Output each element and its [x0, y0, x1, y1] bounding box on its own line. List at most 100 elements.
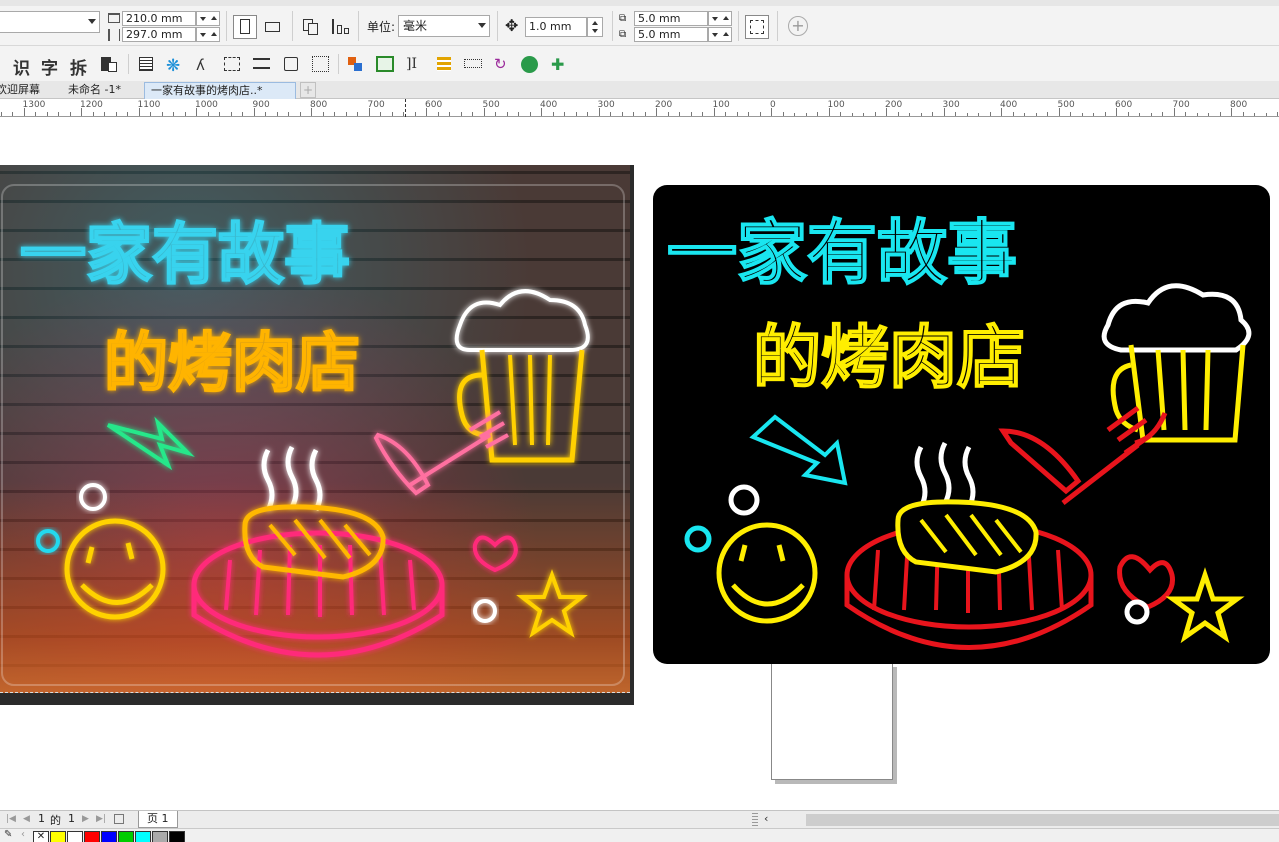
neon-sign-photo[interactable]: 一家有故事 的烤肉店	[0, 165, 630, 693]
photo-selection-edge	[0, 692, 630, 693]
document-tabs: 欢迎屏幕 未命名 -1* 一家有故事的烤肉店..* +	[0, 81, 1279, 99]
ruler-tick	[346, 112, 347, 116]
portrait-button[interactable]	[233, 15, 257, 39]
ruler-tick	[277, 112, 278, 116]
tab-welcome[interactable]: 欢迎屏幕	[0, 82, 46, 99]
color-swatch[interactable]	[67, 831, 83, 842]
new-tab-plus-icon[interactable]: +	[300, 82, 316, 98]
ruler-tick	[104, 112, 105, 116]
unit-dropdown[interactable]: 毫米	[398, 15, 490, 37]
ruler-tick	[725, 112, 726, 116]
align-icon[interactable]	[224, 57, 240, 71]
barcode-icon[interactable]	[464, 59, 482, 68]
page-border-button[interactable]	[745, 15, 769, 39]
table-icon[interactable]	[437, 57, 451, 71]
tab-untitled[interactable]: 未命名 -1*	[62, 82, 127, 99]
color-swatch[interactable]	[169, 831, 185, 842]
page-width-icon	[108, 13, 120, 23]
ruler-label: 700	[367, 100, 385, 110]
tab-active-document[interactable]: 一家有故事的烤肉店..*	[144, 82, 296, 99]
duplicate-x-input[interactable]: 5.0 mm	[634, 11, 708, 26]
first-page-icon[interactable]: |◀	[6, 814, 16, 824]
no-color-swatch[interactable]: ✕	[33, 831, 49, 842]
ruler-tick	[1116, 108, 1117, 116]
page-width-spinner[interactable]	[196, 11, 220, 26]
page-size-dropdown[interactable]	[0, 11, 100, 33]
page-height-spinner[interactable]	[196, 27, 220, 42]
ruler-tick	[173, 112, 174, 116]
ruler-tick	[771, 108, 772, 116]
ruler-label: 200	[655, 100, 673, 110]
last-page-icon[interactable]: ▶|	[96, 814, 106, 824]
photo-neon-graphics: 一家有故事 的烤肉店	[1, 184, 625, 686]
add-plus-icon[interactable]: +	[788, 16, 808, 36]
palette-scroll-left-icon[interactable]: ‹	[21, 829, 25, 840]
curve-tool-icon[interactable]: ʎ	[196, 56, 205, 74]
all-pages-button[interactable]	[299, 15, 323, 39]
nudge-input[interactable]: 1.0 mm	[525, 17, 587, 37]
duplicate-y-input[interactable]: 5.0 mm	[634, 27, 708, 42]
page-tab[interactable]: 页 1	[138, 811, 178, 828]
ruler-tick	[196, 108, 197, 116]
nudge-spinner[interactable]	[587, 17, 603, 37]
landscape-button[interactable]	[261, 15, 285, 39]
duplicate-x-spinner[interactable]	[708, 11, 732, 26]
text-frame-icon[interactable]: ]I	[406, 56, 417, 72]
image-icon[interactable]	[376, 56, 394, 72]
prev-page-icon[interactable]: ◀	[23, 814, 30, 824]
ruler-tick	[518, 112, 519, 116]
photo-title-line1: 一家有故事	[20, 216, 350, 293]
vector-neon-sign[interactable]: 一家有故事 的烤肉店	[653, 185, 1270, 664]
next-page-icon[interactable]: ▶	[82, 814, 89, 824]
splitter-grip[interactable]	[752, 813, 758, 826]
ruler-tick	[403, 112, 404, 116]
ruler-tick	[1001, 108, 1002, 116]
drawing-canvas[interactable]: 一家有故事 的烤肉店 一家有故事 的烤肉店	[0, 117, 1279, 811]
ruler-label: 200	[885, 100, 903, 110]
ruler-label: 1100	[137, 100, 161, 110]
color-swatch[interactable]	[152, 831, 168, 842]
recognize-text-button[interactable]: 识	[13, 54, 30, 79]
photo-smiley	[64, 518, 166, 620]
page-width-input[interactable]: 210.0 mm	[122, 11, 196, 26]
horizontal-scrollbar-thumb[interactable]	[806, 814, 1279, 826]
separator	[612, 11, 613, 41]
color-swatch[interactable]	[84, 831, 100, 842]
list-icon[interactable]	[139, 57, 153, 71]
page-border-icon	[750, 20, 764, 34]
color-swatch[interactable]	[101, 831, 117, 842]
ruler-tick	[875, 112, 876, 116]
ruler-tick	[1243, 112, 1244, 116]
ruler-tick	[208, 112, 209, 116]
ruler-tick	[1174, 108, 1175, 116]
text-tool-button[interactable]: 字	[41, 54, 58, 79]
horizontal-ruler[interactable]: 1300 1200 1100 1000 900 800 700 600 500 400 300 200…	[0, 99, 1279, 117]
plugin-icon[interactable]: ✚	[551, 55, 564, 74]
ruler-tick	[932, 112, 933, 116]
ruler-tick	[576, 112, 577, 116]
add-page-icon[interactable]	[114, 814, 124, 824]
duplicate-y-spinner[interactable]	[708, 27, 732, 42]
ruler-tick	[1185, 112, 1186, 116]
scroll-left-icon[interactable]: ‹	[764, 812, 768, 825]
color-swatch[interactable]	[135, 831, 151, 842]
group-icon[interactable]	[284, 57, 298, 71]
ruler-label: 600	[425, 100, 443, 110]
ruler-tick	[645, 112, 646, 116]
split-button[interactable]: 拆	[70, 54, 87, 79]
ruler-cursor-marker	[405, 99, 406, 117]
ruler-tick	[541, 108, 542, 116]
globe-icon[interactable]	[521, 56, 538, 73]
menu-strip-remnant	[0, 0, 1279, 6]
ruler-tick	[794, 113, 795, 116]
flower-icon[interactable]: ❋	[166, 56, 180, 76]
distribute-icon[interactable]	[253, 58, 270, 69]
select-icon[interactable]	[312, 56, 329, 72]
current-page-button[interactable]	[328, 15, 352, 39]
color-swatch[interactable]	[118, 831, 134, 842]
page-height-input[interactable]: 297.0 mm	[122, 27, 196, 42]
color-swatch[interactable]	[50, 831, 66, 842]
eyedropper-icon[interactable]: ✎	[4, 829, 12, 840]
ruler-tick	[81, 108, 82, 116]
transform-icon[interactable]: ↻	[494, 55, 507, 73]
